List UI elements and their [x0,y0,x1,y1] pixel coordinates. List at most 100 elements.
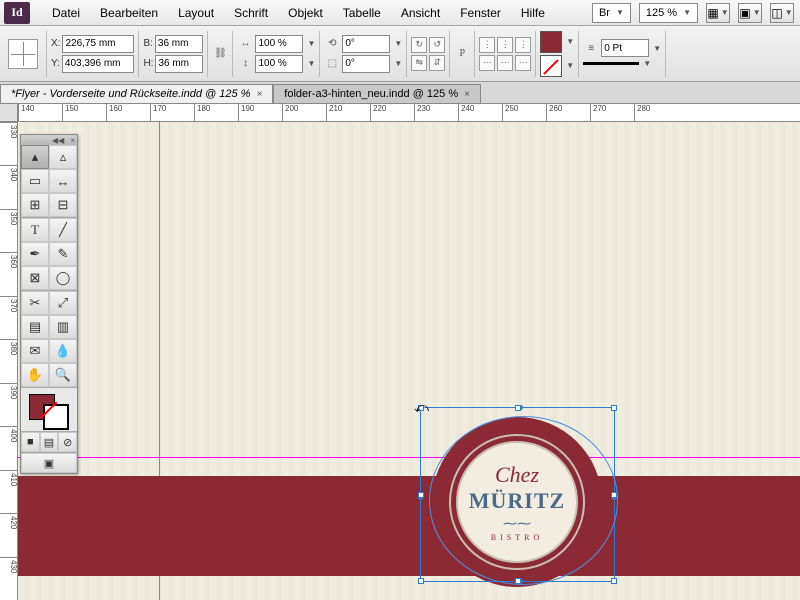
resize-handle[interactable] [418,578,424,584]
line-tool[interactable]: ╱ [49,218,77,242]
tools-panel[interactable]: ◀◀× ▴ ▵ ▭ ↔ ⊞ ⊟ T ╱ ✒ ✎ ⊠ ◯ ✂ ⤢ ▤ ▥ ✉ 💧 … [20,134,78,474]
stroke-swatch[interactable] [540,55,562,77]
constrain-group: ⛓ [208,31,233,77]
menu-objekt[interactable]: Objekt [278,6,333,20]
stroke-color-swatch[interactable] [43,404,69,430]
view-options-icon[interactable]: ▦▼ [706,3,730,23]
selection-tool[interactable]: ▴ [21,145,49,169]
selected-object[interactable]: Chez MÜRITZ ⁓⁓ BISTRO [420,407,615,582]
arrange-documents-icon[interactable]: ◫▼ [770,3,794,23]
reference-point-picker[interactable] [8,39,38,69]
scale-y-input[interactable]: 100 % [255,55,303,73]
vertical-ruler[interactable]: 330340350360370380390400410420430 [0,122,18,600]
width-input[interactable]: 36 mm [155,35,203,53]
view-mode-normal-icon[interactable]: ▣ [21,453,77,473]
document-canvas[interactable]: Chez MÜRITZ ⁓⁓ BISTRO ⤺ [18,122,800,600]
fill-swatch[interactable] [540,31,562,53]
screen-mode-icon[interactable]: ▣▼ [738,3,762,23]
bridge-button[interactable]: Br▼ [592,3,631,23]
height-input[interactable]: 36 mm [155,55,203,73]
resize-handle[interactable] [515,405,521,411]
rotate-cursor-icon: ⤺ [414,399,429,416]
menu-layout[interactable]: Layout [168,6,224,20]
tools-panel-header[interactable]: ◀◀× [21,135,77,145]
resize-handle[interactable] [611,405,617,411]
ellipse-tool[interactable]: ◯ [49,266,77,290]
content-collector-tool[interactable]: ⊞ [21,193,49,217]
page-tool[interactable]: ▭ [21,169,49,193]
type-tool[interactable]: T [21,218,49,242]
rotate-input[interactable]: 0° [342,35,390,53]
eyedropper-tool[interactable]: 💧 [49,339,77,363]
align-bottom-icon[interactable]: ⋯ [515,55,531,71]
menu-ansicht[interactable]: Ansicht [391,6,450,20]
menu-fenster[interactable]: Fenster [450,6,511,20]
menu-bearbeiten[interactable]: Bearbeiten [90,6,168,20]
align-left-icon[interactable]: ⋮ [479,37,495,53]
gradient-feather-tool[interactable]: ▥ [49,315,77,339]
pencil-tool[interactable]: ✎ [49,242,77,266]
rotate-90-ccw-icon[interactable]: ↺ [429,37,445,53]
rectangle-frame-tool[interactable]: ⊠ [21,266,49,290]
stroke-weight-icon: ≡ [583,40,599,56]
menu-tabelle[interactable]: Tabelle [333,6,391,20]
selection-bounding-box[interactable] [420,407,615,582]
note-tool[interactable]: ✉ [21,339,49,363]
document-tab[interactable]: folder-a3-hinten_neu.indd @ 125 % × [273,84,481,103]
align-group: ⋮ ⋮ ⋮ ⋯ ⋯ ⋯ [475,31,536,77]
apply-none-icon[interactable]: ⊘ [58,432,77,452]
direct-selection-tool[interactable]: ▵ [49,145,77,169]
apply-color-icon[interactable]: ■ [21,432,40,452]
hand-tool[interactable]: ✋ [21,363,49,387]
scissors-tool[interactable]: ✂ [21,291,49,315]
horizontal-ruler[interactable]: 1401501601701801902002102202302402502602… [18,104,800,122]
scale-y-icon: ↕ [237,56,253,72]
align-top-icon[interactable]: ⋯ [479,55,495,71]
object-group: P [450,31,475,77]
flip-rotate-group: ↻ ↺ ⇋ ⇵ [407,31,450,77]
x-input[interactable]: 226,75 mm [62,35,134,53]
shear-input[interactable]: 0° [342,55,390,73]
guide-horizontal[interactable] [18,457,800,458]
flip-vertical-icon[interactable]: ⇵ [429,55,445,71]
free-transform-tool[interactable]: ⤢ [49,291,77,315]
select-container-icon[interactable]: P [454,46,470,62]
gap-tool[interactable]: ↔ [49,169,77,193]
pen-tool[interactable]: ✒ [21,242,49,266]
document-tab-label: folder-a3-hinten_neu.indd @ 125 % [284,88,458,100]
control-bar: X:226,75 mm Y:403,396 mm B:36 mm H:36 mm… [0,26,800,82]
rotate-90-cw-icon[interactable]: ↻ [411,37,427,53]
resize-handle[interactable] [515,578,521,584]
gradient-swatch-tool[interactable]: ▤ [21,315,49,339]
stroke-weight-group: ≡0 Pt▼ ▼ [579,31,666,77]
close-icon[interactable]: × [256,89,262,100]
resize-handle[interactable] [611,492,617,498]
constrain-proportions-icon[interactable]: ⛓ [212,46,228,62]
menu-datei[interactable]: Datei [42,6,90,20]
rotate-group: ⟲0°▼ ⬚0°▼ [320,31,407,77]
flip-horizontal-icon[interactable]: ⇋ [411,55,427,71]
shear-icon: ⬚ [324,56,340,72]
ruler-origin[interactable] [0,104,18,122]
work-area: 1401501601701801902002102202302402502602… [0,104,800,600]
resize-handle[interactable] [418,492,424,498]
fill-stroke-proxy[interactable] [21,387,77,431]
stroke-style-preview[interactable] [583,62,639,65]
red-band-shape[interactable] [18,476,800,576]
align-middle-icon[interactable]: ⋯ [497,55,513,71]
y-input[interactable]: 403,396 mm [62,55,134,73]
width-label: B: [143,38,152,49]
document-tab-active[interactable]: *Flyer - Vorderseite und Rückseite.indd … [0,84,273,103]
apply-gradient-icon[interactable]: ▤ [40,432,59,452]
menu-hilfe[interactable]: Hilfe [511,6,555,20]
zoom-tool[interactable]: 🔍 [49,363,77,387]
close-icon[interactable]: × [464,89,470,100]
menu-schrift[interactable]: Schrift [224,6,278,20]
scale-x-input[interactable]: 100 % [255,35,303,53]
align-center-icon[interactable]: ⋮ [497,37,513,53]
content-placer-tool[interactable]: ⊟ [49,193,77,217]
zoom-level-input[interactable]: 125 %▼ [639,3,698,23]
stroke-weight-input[interactable]: 0 Pt [601,39,649,57]
resize-handle[interactable] [611,578,617,584]
align-right-icon[interactable]: ⋮ [515,37,531,53]
